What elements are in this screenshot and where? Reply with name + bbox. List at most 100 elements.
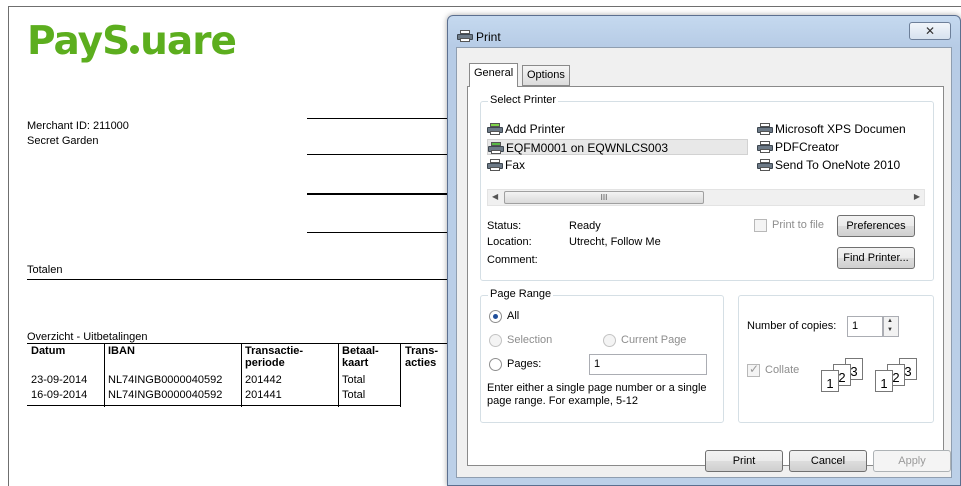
printer-icon xyxy=(457,30,473,42)
column-header-transactions: Trans- acties xyxy=(405,345,439,369)
merchant-id-label: Merchant ID: xyxy=(27,120,90,132)
spin-up-icon[interactable]: ▲ xyxy=(887,318,893,324)
collate-illustration-icon: 3 2 1 xyxy=(875,358,923,394)
all-pages-radio[interactable] xyxy=(489,310,502,323)
merchant-name: Secret Garden xyxy=(27,135,99,147)
select-printer-label: Select Printer xyxy=(488,94,559,106)
column-header-card: Betaal- kaart xyxy=(342,345,379,369)
printer-name: Fax xyxy=(505,158,526,172)
totals-underline xyxy=(27,279,449,280)
tab-general[interactable]: General xyxy=(469,63,519,87)
pages-input[interactable]: 1 xyxy=(589,354,707,375)
column-divider xyxy=(400,344,401,407)
spin-down-icon[interactable]: ▼ xyxy=(887,327,893,333)
cancel-button[interactable]: Cancel xyxy=(789,450,867,472)
current-page-radio[interactable] xyxy=(603,334,616,347)
copies-group: Number of copies: 1 ▲ ▼ ✓ Collate 3 2 1 … xyxy=(738,295,934,423)
printer-name: Send To OneNote 2010 xyxy=(775,158,901,172)
printer-name: Add Printer xyxy=(505,122,566,136)
print-button[interactable]: Print xyxy=(705,450,783,472)
divider-line xyxy=(307,154,449,155)
copies-input[interactable]: 1 xyxy=(847,316,883,337)
tab-options[interactable]: Options xyxy=(522,65,570,86)
cell-card: Total xyxy=(342,389,366,401)
merchant-id-value: 211000 xyxy=(93,120,129,132)
network-printer-icon xyxy=(488,142,504,154)
printer-item-microsoft-xps[interactable]: Microsoft XPS Documen xyxy=(757,121,906,137)
page-range-help-line2: page range. For example, 5-12 xyxy=(487,395,639,407)
printer-name: PDFCreator xyxy=(775,140,840,154)
divider-line xyxy=(307,193,449,195)
merchant-id-line: Merchant ID: 211000 xyxy=(27,120,129,132)
printer-icon xyxy=(757,141,773,153)
collate-label: Collate xyxy=(765,364,800,376)
sheet-1: 1 xyxy=(821,370,839,392)
print-to-file-checkbox[interactable] xyxy=(754,219,767,232)
printer-icon xyxy=(757,159,773,171)
cell-iban: NL74INGB0000040592 xyxy=(108,389,223,401)
column-divider xyxy=(104,344,105,407)
table-bottom-line xyxy=(27,405,401,406)
scroll-right-arrow-icon[interactable]: ▶ xyxy=(914,192,920,201)
status-value: Ready xyxy=(569,220,601,232)
close-button[interactable]: ✕ xyxy=(909,22,951,40)
selection-label: Selection xyxy=(507,334,553,346)
cell-period: 201441 xyxy=(245,389,282,401)
printer-item-onenote[interactable]: Send To OneNote 2010 xyxy=(757,157,900,173)
select-printer-group: Select Printer Add Printer Microsoft XPS… xyxy=(480,94,934,281)
divider-line xyxy=(307,232,449,233)
location-label: Location: xyxy=(487,236,532,248)
printer-item-add-printer[interactable]: Add Printer xyxy=(487,121,565,137)
scroll-left-arrow-icon[interactable]: ◀ xyxy=(492,192,498,201)
column-header-period: Transactie- periode xyxy=(245,345,304,369)
collate-illustration-icon: 3 2 1 xyxy=(821,358,869,394)
column-divider xyxy=(338,344,339,407)
current-page-label: Current Page xyxy=(621,334,687,346)
pages-radio[interactable] xyxy=(489,358,502,371)
printer-item-eqfm0001[interactable]: EQFM0001 on EQWNLCS003 xyxy=(487,139,748,155)
collate-checkbox[interactable]: ✓ xyxy=(747,362,760,377)
fax-icon xyxy=(487,159,503,171)
add-printer-icon xyxy=(487,123,503,135)
status-label: Status: xyxy=(487,220,522,232)
column-divider xyxy=(241,344,242,407)
column-header-date: Datum xyxy=(31,345,66,357)
logo-dot-icon xyxy=(130,45,140,54)
cell-period: 201442 xyxy=(245,374,282,386)
print-dialog: Print ✕ General Options Select Printer A… xyxy=(447,15,961,486)
find-printer-button[interactable]: Find Printer... xyxy=(837,247,915,269)
page-range-group: Page Range All Selection Current Page Pa… xyxy=(480,288,724,423)
overview-heading: Overzicht - Uitbetalingen xyxy=(27,331,148,343)
pages-label: Pages: xyxy=(507,358,542,370)
totals-heading: Totalen xyxy=(27,264,63,276)
printer-icon xyxy=(757,123,773,135)
scrollbar-thumb[interactable]: III xyxy=(504,191,704,204)
copies-spinner[interactable]: ▲ ▼ xyxy=(883,316,899,337)
printer-name: Microsoft XPS Documen xyxy=(775,122,906,136)
printer-list-scrollbar[interactable]: ◀ III ▶ xyxy=(487,189,925,206)
number-of-copies-label: Number of copies: xyxy=(747,320,837,332)
logo-text-right: uare xyxy=(140,19,237,64)
cell-card: Total xyxy=(342,374,366,386)
paysquare-logo: PayS uare xyxy=(27,19,237,64)
table-top-line xyxy=(27,343,449,344)
logo-text-left: PayS xyxy=(27,19,130,64)
cell-iban: NL74INGB0000040592 xyxy=(108,374,223,386)
printer-item-fax[interactable]: Fax xyxy=(487,157,525,173)
cell-date: 23-09-2014 xyxy=(31,374,88,386)
all-pages-label: All xyxy=(507,310,520,322)
apply-button[interactable]: Apply xyxy=(873,450,951,472)
printer-item-pdfcreator[interactable]: PDFCreator xyxy=(757,139,839,155)
column-header-iban: IBAN xyxy=(108,345,135,357)
print-to-file-label: Print to file xyxy=(772,219,824,231)
cell-date: 16-09-2014 xyxy=(31,389,88,401)
divider-line xyxy=(307,118,449,119)
location-value: Utrecht, Follow Me xyxy=(569,236,661,248)
printer-name: EQFM0001 on EQWNLCS003 xyxy=(506,141,669,155)
dialog-title: Print xyxy=(476,30,501,44)
comment-label: Comment: xyxy=(487,254,538,266)
selection-radio[interactable] xyxy=(489,334,502,347)
page-range-label: Page Range xyxy=(488,288,554,300)
preferences-button[interactable]: Preferences xyxy=(837,215,915,237)
screen: PayS uare Merchant ID: 211000 Secret Gard… xyxy=(0,0,961,486)
